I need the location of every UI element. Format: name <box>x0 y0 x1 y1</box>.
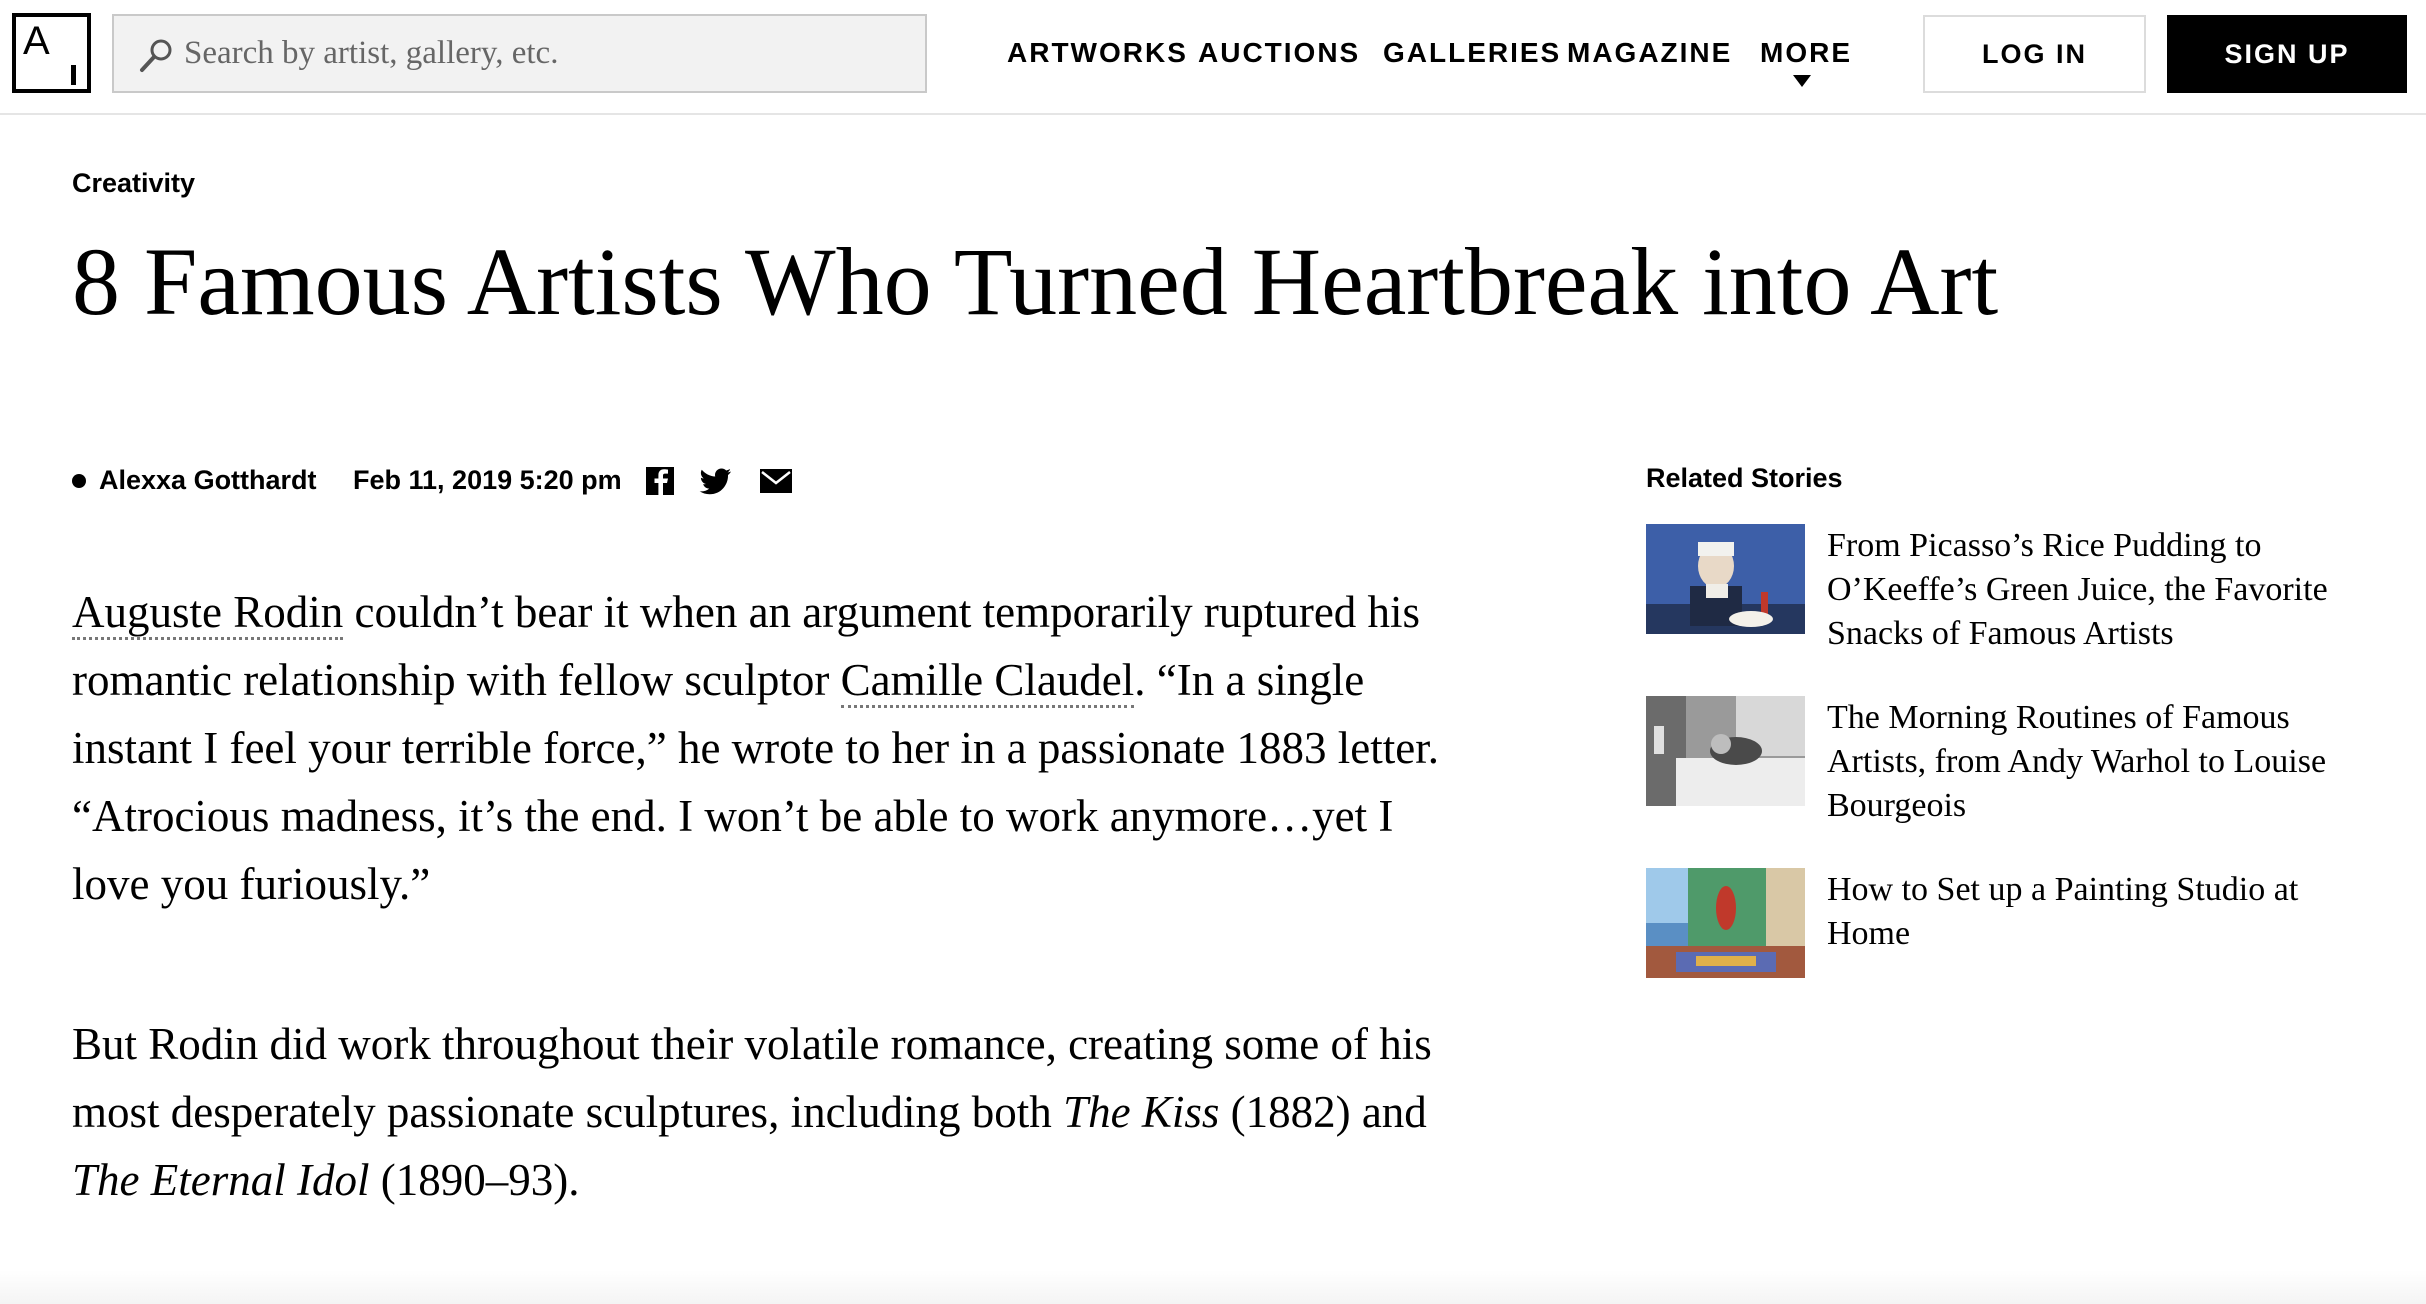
article-paragraph-1: Auguste Rodin couldn’t bear it when an a… <box>72 578 1452 918</box>
nav-more[interactable]: MORE <box>1760 33 1852 73</box>
search-icon <box>140 39 172 72</box>
nav-magazine[interactable]: MAGAZINE <box>1567 33 1732 73</box>
signup-button[interactable]: SIGN UP <box>2167 15 2407 93</box>
story-thumbnail-morning-routines[interactable] <box>1646 696 1805 806</box>
nav-auctions[interactable]: AUCTIONS <box>1198 33 1360 73</box>
logo-letter: A <box>23 19 50 63</box>
story-thumbnail-painting-studio[interactable] <box>1646 868 1805 978</box>
article-paragraph-2: But Rodin did work throughout their vola… <box>72 1010 1452 1214</box>
link-auguste-rodin[interactable]: Auguste Rodin <box>72 587 344 640</box>
caret-down-icon[interactable] <box>1793 75 1811 87</box>
related-story-2[interactable]: The Morning Routines of Famous Artists, … <box>1646 696 2366 824</box>
artwork-title-the-eternal-idol: The Eternal Idol <box>72 1155 370 1205</box>
paragraph-text: (1890–93). <box>369 1155 580 1205</box>
twitter-icon[interactable] <box>699 466 733 496</box>
related-story-title[interactable]: From Picasso’s Rice Pudding to O’Keeffe’… <box>1827 524 2367 656</box>
article-category[interactable]: Creativity <box>72 168 195 199</box>
search-input[interactable] <box>184 16 904 91</box>
email-icon[interactable] <box>759 466 793 496</box>
page-bottom-edge <box>0 1270 2426 1304</box>
related-story-title[interactable]: The Morning Routines of Famous Artists, … <box>1827 696 2367 828</box>
author-name[interactable]: Alexxa Gotthardt <box>99 460 317 500</box>
related-stories-heading: Related Stories <box>1646 463 1843 493</box>
nav-galleries[interactable]: GALLERIES <box>1383 33 1561 73</box>
story-thumbnail-snacks[interactable] <box>1646 524 1805 634</box>
related-story-3[interactable]: How to Set up a Painting Studio at Home <box>1646 868 2366 988</box>
search-box[interactable] <box>112 14 927 93</box>
article-title: 8 Famous Artists Who Turned Heartbreak i… <box>72 228 1999 335</box>
author-dot-icon <box>72 474 86 488</box>
logo-mark <box>71 65 76 85</box>
nav-artworks[interactable]: ARTWORKS <box>1007 33 1188 73</box>
top-navigation-bar: A ARTWORKS AUCTIONS GALLERIES MAGAZINE M… <box>0 0 2426 115</box>
related-story-1[interactable]: From Picasso’s Rice Pudding to O’Keeffe’… <box>1646 524 2366 652</box>
related-story-title[interactable]: How to Set up a Painting Studio at Home <box>1827 868 2367 956</box>
artwork-title-the-kiss: The Kiss <box>1063 1087 1220 1137</box>
artsy-logo[interactable]: A <box>12 13 91 93</box>
publish-date: Feb 11, 2019 5:20 pm <box>353 465 622 495</box>
login-button[interactable]: LOG IN <box>1923 15 2146 93</box>
facebook-icon[interactable] <box>643 466 677 496</box>
link-camille-claudel[interactable]: Camille Claudel <box>840 655 1135 708</box>
paragraph-text: (1882) and <box>1219 1087 1427 1137</box>
